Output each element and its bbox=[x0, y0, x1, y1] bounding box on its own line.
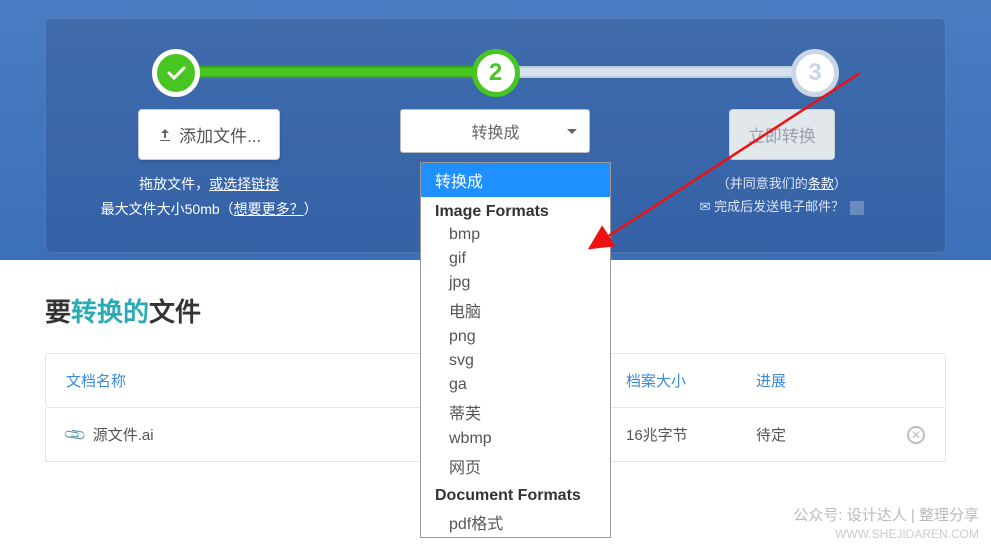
dropdown-option[interactable]: pdf格式 bbox=[421, 507, 610, 537]
paperclip-icon: 📎 bbox=[62, 422, 88, 448]
step-2-active: 2 bbox=[472, 49, 520, 97]
choose-link[interactable]: 或选择链接 bbox=[209, 176, 279, 192]
file-name: 源文件.ai bbox=[93, 427, 154, 444]
dropdown-option[interactable]: 蒂芙 bbox=[421, 397, 610, 427]
annotation-arrow bbox=[560, 68, 870, 258]
drag-hint: 拖放文件，或选择链接 最大文件大小50mb（想要更多？） bbox=[86, 172, 332, 222]
want-more-link[interactable]: 想要更多？ bbox=[234, 201, 304, 217]
file-size: 16兆字节 bbox=[626, 424, 756, 445]
dropdown-option[interactable]: jpg bbox=[421, 271, 610, 295]
dropdown-option[interactable]: 网页 bbox=[421, 451, 610, 481]
dropdown-group-document: Document Formats bbox=[421, 481, 610, 507]
file-progress: 待定 bbox=[756, 424, 895, 445]
dropdown-option[interactable]: 电脑 bbox=[421, 295, 610, 325]
remove-file-button[interactable]: ✕ bbox=[907, 426, 925, 444]
dropdown-option[interactable]: ga bbox=[421, 373, 610, 397]
col-progress: 进展 bbox=[756, 370, 895, 391]
watermark: 公众号: 设计达人 | 整理分享 WWW.SHEJIDAREN.COM bbox=[793, 505, 979, 543]
dropdown-option[interactable]: svg bbox=[421, 349, 610, 373]
dropdown-option[interactable]: wbmp bbox=[421, 427, 610, 451]
add-files-button[interactable]: 添加文件... bbox=[138, 109, 280, 160]
col-size: 档案大小 bbox=[626, 370, 756, 391]
dropdown-option[interactable]: png bbox=[421, 325, 610, 349]
upload-icon bbox=[157, 127, 173, 143]
step-1-done bbox=[152, 49, 200, 97]
